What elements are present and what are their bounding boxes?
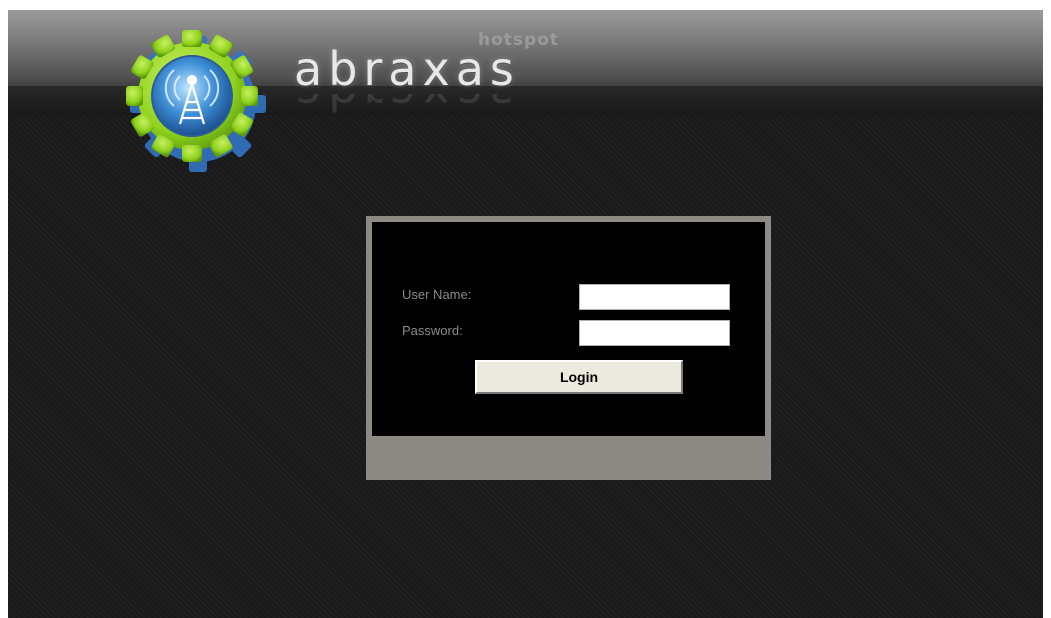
username-row: User Name: [402, 284, 732, 310]
login-panel: User Name: Password: Login [372, 222, 765, 436]
brand-name: abraxas [294, 42, 520, 96]
password-input[interactable] [579, 320, 730, 346]
login-box: User Name: Password: Login [366, 216, 771, 480]
password-label: Password: [402, 323, 463, 338]
username-input[interactable] [579, 284, 730, 310]
password-row: Password: [402, 320, 732, 346]
brand-name-reflection: abraxas [294, 94, 520, 116]
page-background: hotspot abraxas abraxas User Name: Passw… [8, 10, 1043, 618]
username-label: User Name: [402, 287, 472, 302]
gear-antenna-logo-icon [120, 24, 270, 174]
login-button[interactable]: Login [475, 360, 683, 394]
